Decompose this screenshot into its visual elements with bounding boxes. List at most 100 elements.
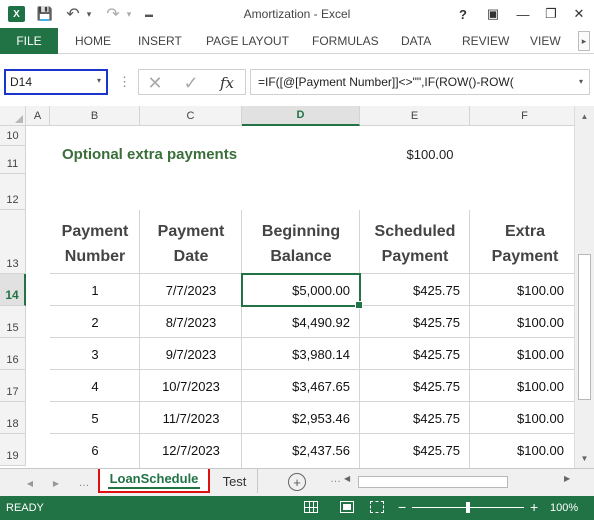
- cell-beginning-balance[interactable]: $4,490.92: [242, 306, 360, 338]
- row-header-13[interactable]: 13: [0, 210, 26, 274]
- horizontal-scroll-thumb[interactable]: [358, 476, 508, 488]
- scroll-left-icon[interactable]: ◀: [344, 474, 350, 483]
- cell-beginning-balance[interactable]: $3,467.65: [242, 370, 360, 402]
- cell-payment-number[interactable]: 6: [50, 434, 140, 466]
- header-payment-number[interactable]: Payment Number: [50, 219, 140, 269]
- vertical-scroll-thumb[interactable]: [578, 254, 591, 400]
- ribbon-scroll-right-icon[interactable]: ▸: [578, 31, 590, 51]
- row-header-16[interactable]: 16: [0, 338, 26, 370]
- header-payment-date[interactable]: Payment Date: [140, 219, 242, 269]
- minimize-icon[interactable]: —: [512, 4, 534, 24]
- row-header-12[interactable]: 12: [0, 174, 26, 210]
- cell-payment-date[interactable]: 9/7/2023: [140, 338, 242, 370]
- column-header-b[interactable]: B: [50, 106, 140, 126]
- sheet-tab-loanschedule[interactable]: LoanSchedule: [98, 469, 210, 493]
- tab-data[interactable]: DATA: [401, 28, 431, 54]
- zoom-in-icon[interactable]: +: [530, 499, 538, 515]
- active-cell-selection[interactable]: [241, 273, 363, 309]
- scroll-up-icon[interactable]: ▲: [575, 108, 594, 124]
- close-icon[interactable]: ✕: [568, 4, 590, 24]
- select-all-button[interactable]: [0, 106, 26, 126]
- header-line: Scheduled: [374, 223, 456, 240]
- zoom-level[interactable]: 100%: [550, 502, 578, 514]
- extra-payments-value[interactable]: $100.00: [390, 147, 470, 162]
- cell-extra-payment[interactable]: $100.00: [470, 274, 574, 306]
- cell-payment-date[interactable]: 11/7/2023: [140, 402, 242, 434]
- ribbon-display-options-icon[interactable]: ▣: [482, 4, 504, 24]
- restore-icon[interactable]: ❐: [540, 4, 562, 24]
- tab-split-handle[interactable]: …: [330, 473, 341, 485]
- tab-review[interactable]: REVIEW: [462, 28, 509, 54]
- cell-payment-number[interactable]: 1: [50, 274, 140, 306]
- name-box[interactable]: D14 ▾: [4, 69, 108, 95]
- cell-extra-payment[interactable]: $100.00: [470, 338, 574, 370]
- tab-formulas[interactable]: FORMULAS: [312, 28, 379, 54]
- cell-payment-date[interactable]: 12/7/2023: [140, 434, 242, 466]
- sheet-next-icon[interactable]: ▶: [48, 475, 64, 491]
- cell-payment-number[interactable]: 5: [50, 402, 140, 434]
- cell-payment-date[interactable]: 10/7/2023: [140, 370, 242, 402]
- cell-beginning-balance[interactable]: $3,980.14: [242, 338, 360, 370]
- row-header-17[interactable]: 17: [0, 370, 26, 402]
- header-scheduled-payment[interactable]: Scheduled Payment: [360, 219, 470, 269]
- page-break-preview-icon[interactable]: [370, 501, 384, 513]
- tab-file[interactable]: FILE: [0, 28, 58, 54]
- row-header-10[interactable]: 10: [0, 126, 26, 146]
- tab-home[interactable]: HOME: [75, 28, 111, 54]
- worksheet-grid[interactable]: A B C D E F 10 11 12 13 14 15 16 17 18 1…: [0, 106, 594, 468]
- cell-payment-number[interactable]: 2: [50, 306, 140, 338]
- extra-payments-label[interactable]: Optional extra payments: [62, 146, 237, 163]
- cell-scheduled-payment[interactable]: $425.75: [360, 338, 470, 370]
- cell-beginning-balance[interactable]: $2,437.56: [242, 434, 360, 466]
- cell-extra-payment[interactable]: $100.00: [470, 402, 574, 434]
- horizontal-scrollbar[interactable]: … ◀ ▶: [330, 473, 574, 491]
- cell-payment-number[interactable]: 4: [50, 370, 140, 402]
- cancel-icon[interactable]: ✕: [141, 72, 169, 94]
- cell-scheduled-payment[interactable]: $425.75: [360, 370, 470, 402]
- more-sheets-icon[interactable]: …: [76, 475, 92, 491]
- cell-scheduled-payment[interactable]: $425.75: [360, 402, 470, 434]
- vertical-scrollbar[interactable]: ▲ ▼: [574, 106, 594, 468]
- cell-scheduled-payment[interactable]: $425.75: [360, 434, 470, 466]
- expand-formula-bar-icon[interactable]: ▾: [579, 77, 583, 86]
- cell-payment-date[interactable]: 8/7/2023: [140, 306, 242, 338]
- cell-beginning-balance[interactable]: $2,953.46: [242, 402, 360, 434]
- enter-icon[interactable]: ✓: [177, 72, 205, 94]
- zoom-out-icon[interactable]: −: [398, 499, 406, 515]
- sheet-tab-test[interactable]: Test: [212, 469, 258, 493]
- column-header-c[interactable]: C: [140, 106, 242, 126]
- cell-scheduled-payment[interactable]: $425.75: [360, 306, 470, 338]
- cell-extra-payment[interactable]: $100.00: [470, 306, 574, 338]
- help-icon[interactable]: ?: [452, 4, 474, 24]
- sheet-prev-icon[interactable]: ◀: [22, 475, 38, 491]
- scroll-down-icon[interactable]: ▼: [575, 450, 594, 466]
- tab-page-layout[interactable]: PAGE LAYOUT: [206, 28, 289, 54]
- tab-insert[interactable]: INSERT: [138, 28, 182, 54]
- tab-view[interactable]: VIEW: [530, 28, 561, 54]
- header-beginning-balance[interactable]: Beginning Balance: [242, 219, 360, 269]
- name-box-dropdown-icon[interactable]: ▾: [97, 76, 101, 85]
- cell-extra-payment[interactable]: $100.00: [470, 434, 574, 466]
- cell-extra-payment[interactable]: $100.00: [470, 370, 574, 402]
- insert-function-icon[interactable]: fx: [213, 72, 241, 94]
- column-header-f[interactable]: F: [470, 106, 580, 126]
- formula-bar-resize-handle[interactable]: ⋮: [118, 74, 131, 90]
- column-header-a[interactable]: A: [26, 106, 50, 126]
- column-header-d[interactable]: D: [242, 106, 360, 126]
- header-extra-payment[interactable]: Extra Payment: [470, 219, 580, 269]
- row-header-19[interactable]: 19: [0, 434, 26, 466]
- row-header-11[interactable]: 11: [0, 146, 26, 174]
- scroll-right-icon[interactable]: ▶: [564, 474, 570, 483]
- cell-payment-date[interactable]: 7/7/2023: [140, 274, 242, 306]
- row-header-15[interactable]: 15: [0, 306, 26, 338]
- column-header-e[interactable]: E: [360, 106, 470, 126]
- row-header-14[interactable]: 14: [0, 274, 26, 306]
- row-header-18[interactable]: 18: [0, 402, 26, 434]
- formula-input[interactable]: =IF([@[Payment Number]]<>"",IF(ROW()-ROW…: [250, 69, 590, 95]
- cell-payment-number[interactable]: 3: [50, 338, 140, 370]
- page-layout-view-icon[interactable]: [340, 501, 354, 513]
- cell-scheduled-payment[interactable]: $425.75: [360, 274, 470, 306]
- zoom-slider-handle[interactable]: [466, 502, 470, 513]
- normal-view-icon[interactable]: [304, 501, 318, 513]
- add-sheet-icon[interactable]: +: [288, 473, 306, 491]
